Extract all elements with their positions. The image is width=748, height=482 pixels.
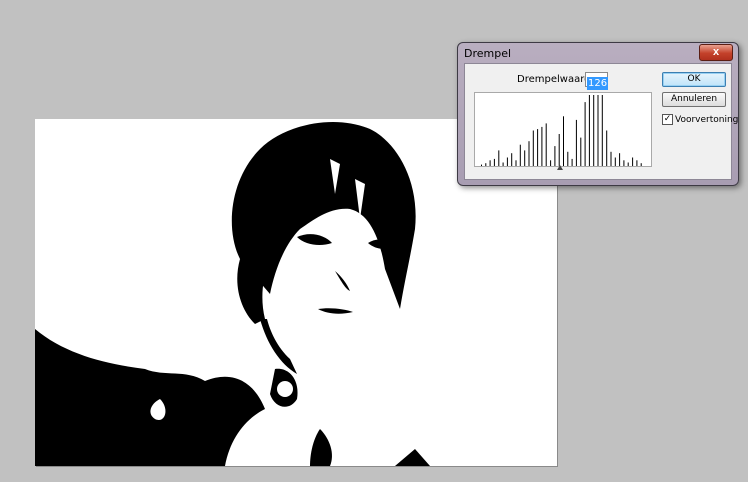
- histogram-bar: [545, 123, 547, 166]
- ok-button[interactable]: OK: [662, 72, 726, 87]
- histogram-bar: [580, 137, 582, 166]
- histogram-bar: [593, 95, 595, 166]
- histogram-bar: [498, 150, 500, 166]
- histogram-bar: [610, 151, 612, 166]
- histogram-bar: [571, 158, 573, 166]
- histogram-bar: [515, 160, 517, 166]
- threshold-dialog: Drempel x Drempelwaarde: 126 OK Annulere…: [457, 42, 739, 186]
- histogram-bar: [588, 95, 590, 166]
- histogram-bar: [640, 163, 642, 166]
- threshold-input[interactable]: 126: [585, 72, 609, 90]
- preview-checkbox[interactable]: ✓: [662, 114, 673, 125]
- histogram-bar: [550, 160, 552, 166]
- histogram-bar: [623, 160, 625, 166]
- threshold-value: 126: [587, 77, 609, 90]
- dialog-titlebar[interactable]: Drempel x: [458, 43, 738, 63]
- histogram-bar: [601, 95, 603, 166]
- histogram-bar: [537, 129, 539, 166]
- histogram-bar: [532, 130, 534, 166]
- histogram-bar: [554, 146, 556, 166]
- histogram-bar: [558, 134, 560, 166]
- histogram-bar: [614, 157, 616, 166]
- histogram: [474, 92, 652, 167]
- histogram-bar: [606, 130, 608, 166]
- histogram-bar: [493, 158, 495, 166]
- histogram-bar: [524, 150, 526, 166]
- histogram-bar: [597, 95, 599, 166]
- histogram-bar: [584, 102, 586, 166]
- histogram-bar: [528, 141, 530, 166]
- histogram-bar: [511, 153, 513, 166]
- preview-label: Voorvertoning: [675, 114, 739, 125]
- histogram-chart: [481, 95, 642, 167]
- dialog-title: Drempel: [464, 47, 512, 60]
- histogram-bar: [619, 153, 621, 166]
- histogram-bar: [627, 162, 629, 167]
- histogram-bar: [519, 144, 521, 166]
- histogram-bar: [485, 163, 487, 166]
- histogram-bar: [481, 164, 482, 166]
- histogram-bar: [636, 160, 638, 166]
- close-icon: x: [712, 46, 720, 58]
- preview-checkbox-row[interactable]: ✓ Voorvertoning: [662, 114, 738, 125]
- histogram-bar: [506, 157, 508, 166]
- dialog-body: Drempelwaarde: 126 OK Annuleren ✓ Voorve…: [464, 63, 738, 180]
- histogram-bar: [489, 160, 491, 166]
- histogram-bar: [632, 157, 634, 166]
- histogram-bar: [541, 126, 543, 166]
- histogram-bar: [567, 151, 569, 166]
- cancel-button[interactable]: Annuleren: [662, 92, 726, 107]
- threshold-slider-handle[interactable]: [557, 165, 563, 170]
- histogram-bar: [502, 162, 504, 167]
- histogram-bar: [575, 119, 577, 166]
- close-button[interactable]: x: [699, 44, 733, 61]
- histogram-bar: [563, 116, 564, 166]
